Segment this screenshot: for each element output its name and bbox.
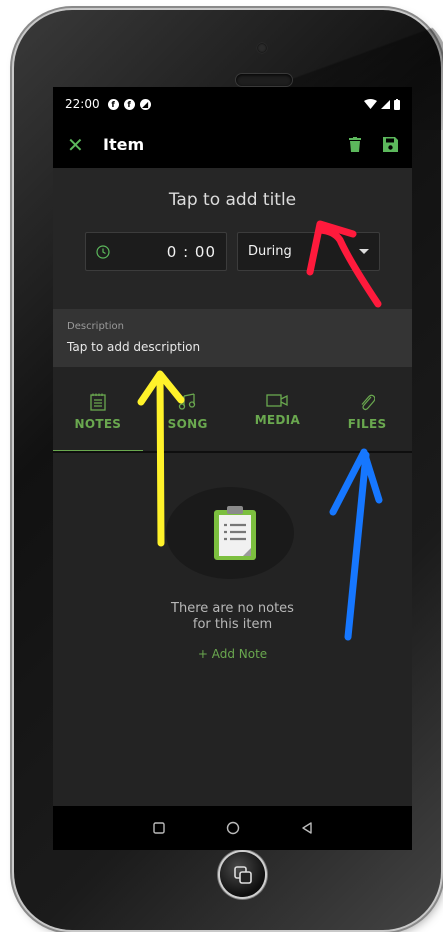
music-icon	[178, 393, 195, 410]
add-note-button[interactable]: + Add Note	[53, 647, 412, 661]
description-label: Description	[67, 321, 124, 332]
app-icon: ◢	[139, 98, 151, 110]
battery-icon	[394, 98, 400, 110]
empty-message: There are no notes for this item	[53, 601, 412, 633]
tab-label: NOTES	[74, 417, 122, 431]
status-bar: 22:00 f f ◢	[53, 87, 412, 121]
empty-message-line2: for this item	[192, 617, 273, 632]
close-icon[interactable]: ✕	[67, 133, 89, 157]
paperclip-icon	[361, 394, 376, 411]
status-time: 22:00	[65, 97, 100, 111]
facebook-icon: f	[123, 98, 135, 110]
tab-label: MEDIA	[254, 413, 301, 427]
item-header: Tap to add title 0 : 00 During	[53, 168, 412, 309]
home-nav-icon[interactable]	[226, 821, 240, 835]
tab-files[interactable]: FILES	[322, 367, 412, 453]
time-value: 0 : 00	[166, 242, 216, 261]
app-bar: ✕ Item	[53, 121, 412, 168]
time-field[interactable]: 0 : 00	[85, 232, 227, 271]
signal-icon	[381, 99, 390, 109]
chevron-down-icon	[359, 249, 369, 254]
notes-icon	[90, 393, 106, 411]
android-nav-bar	[53, 806, 412, 850]
timing-select-value: During	[248, 244, 292, 259]
timing-select[interactable]: During	[237, 232, 380, 271]
tab-label: SONG	[167, 417, 208, 431]
recents-icon[interactable]	[152, 821, 166, 835]
tab-label: FILES	[347, 417, 387, 431]
delete-icon[interactable]	[349, 137, 361, 152]
front-camera	[257, 43, 267, 53]
wifi-icon	[364, 99, 377, 109]
description-field[interactable]: Description Tap to add description	[53, 309, 412, 367]
clock-icon	[96, 244, 110, 259]
tab-bar: NOTES SONG MEDIA FILES	[53, 367, 412, 453]
title-placeholder[interactable]: Tap to add title	[53, 190, 412, 210]
notes-empty-state: There are no notes for this item + Add N…	[53, 453, 412, 806]
description-placeholder: Tap to add description	[67, 340, 201, 354]
page-title: Item	[103, 135, 145, 154]
earpiece-speaker	[236, 74, 292, 86]
clipboard-icon	[214, 506, 256, 560]
home-button[interactable]	[220, 852, 265, 897]
phone-screen: 22:00 f f ◢ ✕ Item Tap to add title 0: …	[53, 87, 412, 850]
back-icon[interactable]	[300, 821, 314, 835]
tab-song[interactable]: SONG	[143, 367, 233, 453]
home-button-icon	[233, 865, 252, 884]
tab-notes[interactable]: NOTES	[53, 367, 143, 453]
facebook-icon: f	[107, 98, 119, 110]
empty-message-line1: There are no notes	[171, 601, 294, 616]
video-icon	[266, 394, 289, 407]
tab-media[interactable]: MEDIA	[233, 367, 323, 453]
save-icon[interactable]	[383, 137, 398, 152]
